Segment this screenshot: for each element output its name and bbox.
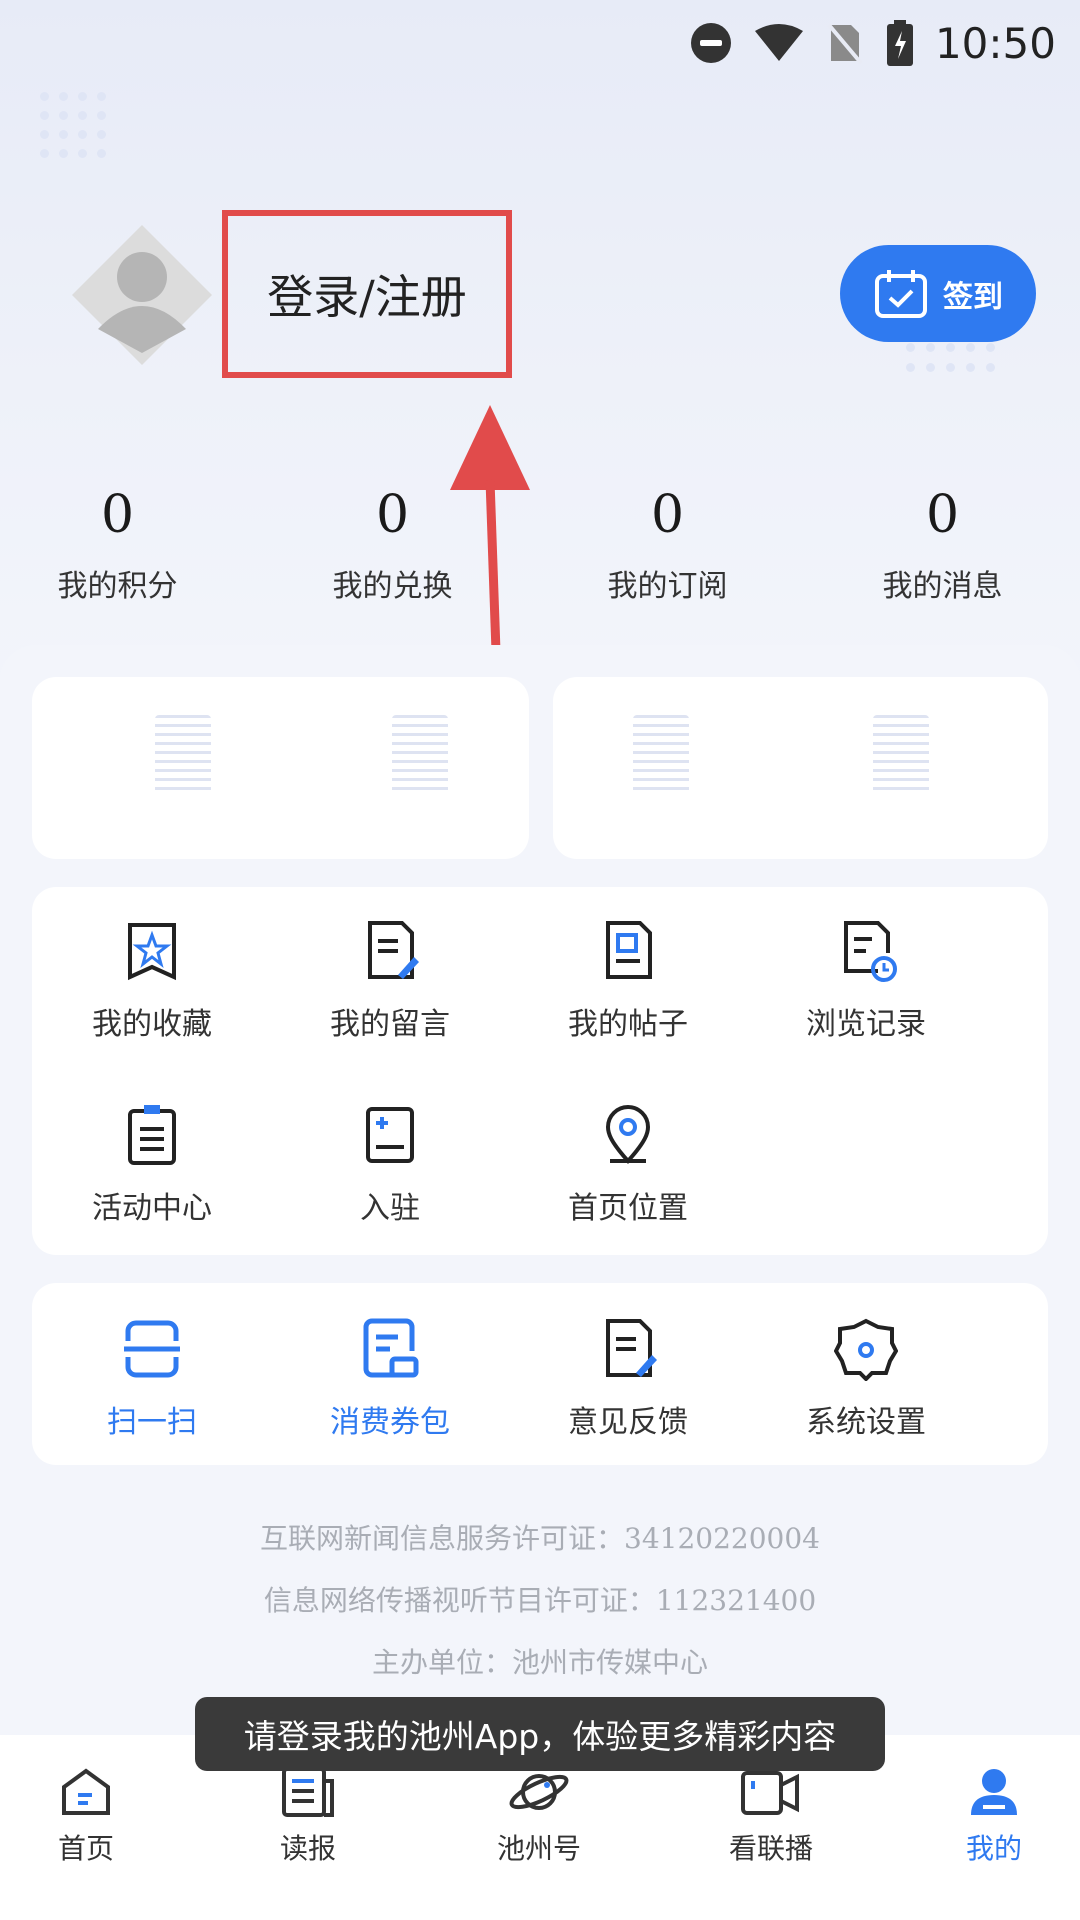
star-bookmark-icon [128, 923, 176, 981]
footer-info: 互联网新闻信息服务许可证：34120220004 信息网络传播视听节目许可证：1… [0, 1508, 1080, 1694]
tool-coupon[interactable]: 消费券包 [270, 1317, 510, 1441]
stat-label: 我的消息 [882, 569, 1003, 604]
history-clock-icon [844, 921, 897, 982]
tool-label: 扫一扫 [107, 1405, 197, 1440]
home-icon [62, 1768, 110, 1815]
stat-points[interactable]: 0 我的积分 [0, 483, 255, 605]
banner-thumbnail [633, 715, 689, 795]
sponsor-unit: 主办单位：池州市传媒中心 [371, 1646, 708, 1679]
login-register-button[interactable]: 登录/注册 [222, 210, 512, 378]
tool-label: 系统设置 [806, 1405, 926, 1440]
planet-icon [509, 1774, 569, 1810]
clipboard-list-icon [128, 1105, 176, 1165]
decor-dots [40, 92, 106, 158]
tab-chizhou-hao[interactable]: 池州号 [459, 1765, 619, 1867]
stat-messages[interactable]: 0 我的消息 [805, 483, 1080, 605]
scan-icon [124, 1320, 180, 1378]
tab-label: 读报 [279, 1832, 336, 1865]
post-document-icon [606, 921, 652, 979]
menu-posts[interactable]: 我的帖子 [508, 919, 748, 1043]
tab-label: 首页 [57, 1832, 114, 1865]
tab-newspaper[interactable]: 读报 [228, 1765, 388, 1867]
tab-home[interactable]: 首页 [6, 1765, 166, 1867]
menu-activity-center[interactable]: 活动中心 [32, 1103, 272, 1227]
signin-label: 签到 [943, 279, 1003, 315]
stats-row: 0 我的积分 0 我的兑换 0 我的订阅 0 我的消息 [0, 483, 1080, 605]
no-sim-icon [827, 23, 863, 65]
stat-value: 0 [100, 485, 135, 545]
menu-history[interactable]: 浏览记录 [746, 919, 986, 1043]
do-not-disturb-icon [690, 23, 731, 63]
menu-join[interactable]: 入驻 [270, 1103, 510, 1227]
news-license: 互联网新闻信息服务许可证：34120220004 [260, 1522, 820, 1555]
tools-card: 扫一扫 消费券包 意见反馈 系统设置 [32, 1283, 1048, 1465]
stat-value: 0 [650, 485, 685, 545]
login-register-label: 登录/注册 [267, 270, 467, 324]
tool-label: 意见反馈 [568, 1405, 688, 1440]
menu-label: 浏览记录 [806, 1007, 926, 1042]
video-icon [741, 1771, 799, 1815]
tool-settings[interactable]: 系统设置 [746, 1317, 986, 1441]
newspaper-icon [282, 1767, 334, 1817]
user-icon [971, 1769, 1017, 1815]
location-pin-icon [605, 1105, 651, 1164]
menu-label: 入驻 [360, 1191, 420, 1226]
menu-home-location[interactable]: 首页位置 [508, 1103, 748, 1227]
stat-label: 我的订阅 [607, 569, 728, 604]
menu-favorites[interactable]: 我的收藏 [32, 919, 272, 1043]
personal-menu-card: 我的收藏 我的留言 我的帖子 浏览记录 活动中心 入驻 首页位置 [32, 887, 1048, 1255]
calendar-check-icon [875, 269, 927, 318]
avatar-placeholder[interactable] [72, 225, 212, 365]
menu-label: 我的留言 [330, 1007, 450, 1042]
menu-label: 活动中心 [92, 1191, 212, 1226]
stat-exchange[interactable]: 0 我的兑换 [255, 483, 530, 605]
tool-label: 消费券包 [330, 1405, 450, 1440]
promo-banner-left[interactable] [32, 677, 529, 859]
stat-value: 0 [375, 485, 410, 545]
join-plus-icon [366, 1107, 414, 1163]
settings-gear-icon [834, 1318, 898, 1381]
battery-icon [886, 20, 913, 66]
coupon-icon [363, 1318, 419, 1378]
tab-mine[interactable]: 我的 [914, 1765, 1074, 1867]
stat-label: 我的积分 [57, 569, 178, 604]
menu-label: 首页位置 [568, 1191, 688, 1226]
tool-scan[interactable]: 扫一扫 [32, 1317, 272, 1441]
banner-thumbnail [392, 715, 448, 795]
menu-comments[interactable]: 我的留言 [270, 919, 510, 1043]
stat-value: 0 [925, 485, 960, 545]
stat-label: 我的兑换 [332, 569, 453, 604]
broadcast-license: 信息网络传播视听节目许可证：112321400 [263, 1584, 817, 1617]
banner-thumbnail [873, 715, 929, 795]
feedback-edit-icon [606, 1319, 657, 1377]
tab-label: 池州号 [496, 1832, 581, 1865]
decor-dots [906, 343, 995, 372]
signin-button[interactable]: 签到 [840, 245, 1036, 342]
promo-banner-right[interactable] [553, 677, 1048, 859]
clock: 10:50 [934, 18, 1056, 68]
message-edit-icon [368, 921, 419, 979]
status-bar: 10:50 [689, 18, 1056, 68]
wifi-icon [754, 24, 803, 61]
stat-subscription[interactable]: 0 我的订阅 [530, 483, 805, 605]
tool-feedback[interactable]: 意见反馈 [508, 1317, 748, 1441]
tab-label: 我的 [965, 1832, 1022, 1865]
tab-watch-broadcast[interactable]: 看联播 [691, 1765, 851, 1867]
login-prompt-toast: 请登录我的池州App，体验更多精彩内容 [195, 1697, 885, 1771]
banner-thumbnail [155, 715, 211, 795]
menu-label: 我的帖子 [568, 1007, 688, 1042]
menu-label: 我的收藏 [92, 1007, 212, 1042]
tab-label: 看联播 [728, 1832, 813, 1865]
